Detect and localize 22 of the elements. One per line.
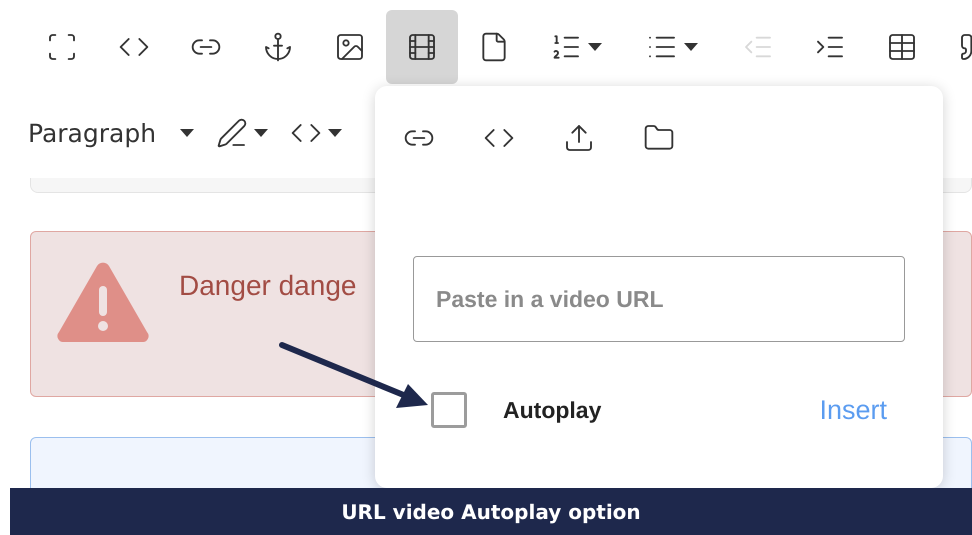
autoplay-label: Autoplay bbox=[503, 396, 602, 424]
upload-icon bbox=[563, 122, 595, 154]
image-icon bbox=[334, 31, 366, 63]
caption-text: URL video Autoplay option bbox=[341, 500, 641, 524]
film-icon bbox=[406, 31, 438, 63]
paragraph-dropdown[interactable]: Paragraph bbox=[28, 118, 194, 148]
caret-icon bbox=[180, 129, 194, 137]
popover-tab[interactable] bbox=[563, 122, 595, 154]
caret-icon bbox=[684, 43, 698, 51]
caret-icon bbox=[328, 129, 342, 137]
fullscreen-icon bbox=[46, 31, 78, 63]
anchor-icon bbox=[262, 31, 294, 63]
autoplay-checkbox[interactable] bbox=[431, 392, 467, 428]
pen-dropdown[interactable] bbox=[216, 117, 268, 149]
alert-text: Danger dange bbox=[179, 270, 356, 302]
caret-icon bbox=[588, 43, 602, 51]
warning-icon bbox=[57, 262, 149, 342]
caret-icon bbox=[254, 129, 268, 137]
table-icon bbox=[886, 31, 918, 63]
toolbar-button[interactable] bbox=[386, 10, 458, 84]
pen-icon bbox=[216, 117, 248, 149]
url-field[interactable]: Paste in a video URL bbox=[413, 256, 905, 342]
